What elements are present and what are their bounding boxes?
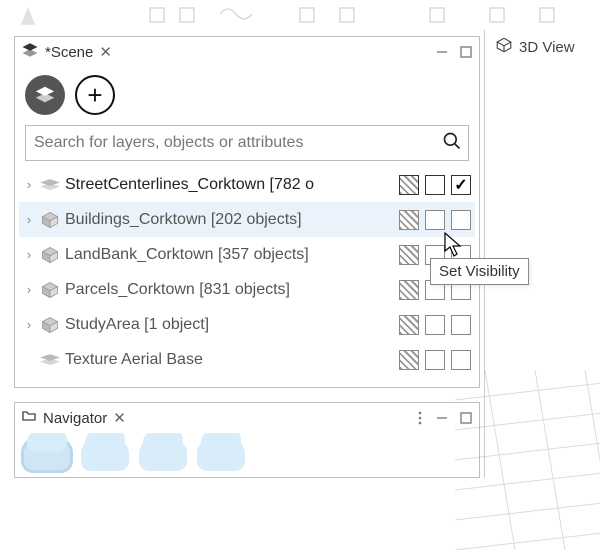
visibility-toggle[interactable] <box>451 210 471 230</box>
layer-label: StreetCenterlines_Corktown [782 o <box>65 176 395 194</box>
navigator-tab-close[interactable]: ✕ <box>113 409 126 427</box>
select-toggle[interactable] <box>425 175 445 195</box>
scene-panel: *Scene ✕ + ›StreetCenterli <box>14 36 480 388</box>
cloud-item[interactable] <box>139 439 187 471</box>
scene-tab-close[interactable]: ✕ <box>99 43 112 61</box>
visibility-toggle[interactable] <box>451 350 471 370</box>
lock-toggle[interactable] <box>399 175 419 195</box>
expander-icon[interactable]: › <box>21 317 37 332</box>
layer-row[interactable]: › StreetCenterlines_Corktown [782 o <box>19 167 475 202</box>
lock-toggle[interactable] <box>399 315 419 335</box>
minimize-button[interactable] <box>435 45 449 59</box>
layer-label: Texture Aerial Base <box>65 351 395 369</box>
visibility-toggle[interactable] <box>451 315 471 335</box>
search-icon[interactable] <box>442 131 462 155</box>
expander-icon[interactable]: › <box>21 177 37 192</box>
folder-icon <box>21 408 37 428</box>
navigator-body <box>15 433 479 477</box>
scene-toolbar: + <box>15 67 479 125</box>
lock-toggle[interactable] <box>399 210 419 230</box>
cloud-item[interactable] <box>23 439 71 471</box>
scene-panel-header: *Scene ✕ <box>15 37 479 67</box>
cloud-item[interactable] <box>197 439 245 471</box>
select-toggle[interactable] <box>425 350 445 370</box>
cube-icon <box>39 280 61 300</box>
expander-icon[interactable]: › <box>21 282 37 297</box>
maximize-button[interactable] <box>459 45 473 59</box>
layer-row[interactable]: › Buildings_Corktown [202 objects] <box>19 202 475 237</box>
layer-row[interactable]: › LandBank_Corktown [357 objects] <box>19 237 475 272</box>
lock-toggle[interactable] <box>399 350 419 370</box>
navigator-menu-button[interactable] <box>415 410 425 426</box>
lock-toggle[interactable] <box>399 280 419 300</box>
cube-icon <box>39 210 61 230</box>
navigator-panel-header: Navigator ✕ <box>15 403 479 433</box>
view-3d-panel: 3D View <box>484 30 600 478</box>
scene-panel-title: *Scene <box>45 44 93 61</box>
layer-label: LandBank_Corktown [357 objects] <box>65 246 395 264</box>
select-toggle[interactable] <box>425 210 445 230</box>
cloud-item[interactable] <box>81 439 129 471</box>
mesh-icon <box>39 353 61 367</box>
layers-icon <box>21 41 39 63</box>
top-toolbar <box>0 0 600 30</box>
layer-row[interactable]: › Parcels_Corktown [831 objects] <box>19 272 475 307</box>
view-3d-title: 3D View <box>519 39 575 56</box>
cube-icon <box>39 315 61 335</box>
layer-label: Buildings_Corktown [202 objects] <box>65 211 395 229</box>
layer-label: StudyArea [1 object] <box>65 316 395 334</box>
lock-toggle[interactable] <box>399 245 419 265</box>
navigator-minimize-button[interactable] <box>435 411 449 425</box>
navigator-maximize-button[interactable] <box>459 411 473 425</box>
layer-label: Parcels_Corktown [831 objects] <box>65 281 395 299</box>
search-row <box>25 125 469 161</box>
mesh-icon <box>39 178 61 192</box>
navigator-panel: Navigator ✕ <box>14 402 480 478</box>
layer-tree: › StreetCenterlines_Corktown [782 o › Build… <box>19 167 475 377</box>
visibility-toggle[interactable] <box>451 175 471 195</box>
tooltip-set-visibility: Set Visibility <box>430 258 529 285</box>
cube-icon <box>39 245 61 265</box>
layers-filter-button[interactable] <box>25 75 65 115</box>
cube-icon <box>495 36 513 58</box>
expander-icon[interactable]: › <box>21 247 37 262</box>
expander-icon[interactable]: › <box>21 212 37 227</box>
navigator-panel-title: Navigator <box>43 410 107 427</box>
layer-row[interactable]: Texture Aerial Base <box>19 342 475 377</box>
add-button[interactable]: + <box>75 75 115 115</box>
select-toggle[interactable] <box>425 315 445 335</box>
layer-row[interactable]: › StudyArea [1 object] <box>19 307 475 342</box>
search-input[interactable] <box>34 134 442 152</box>
